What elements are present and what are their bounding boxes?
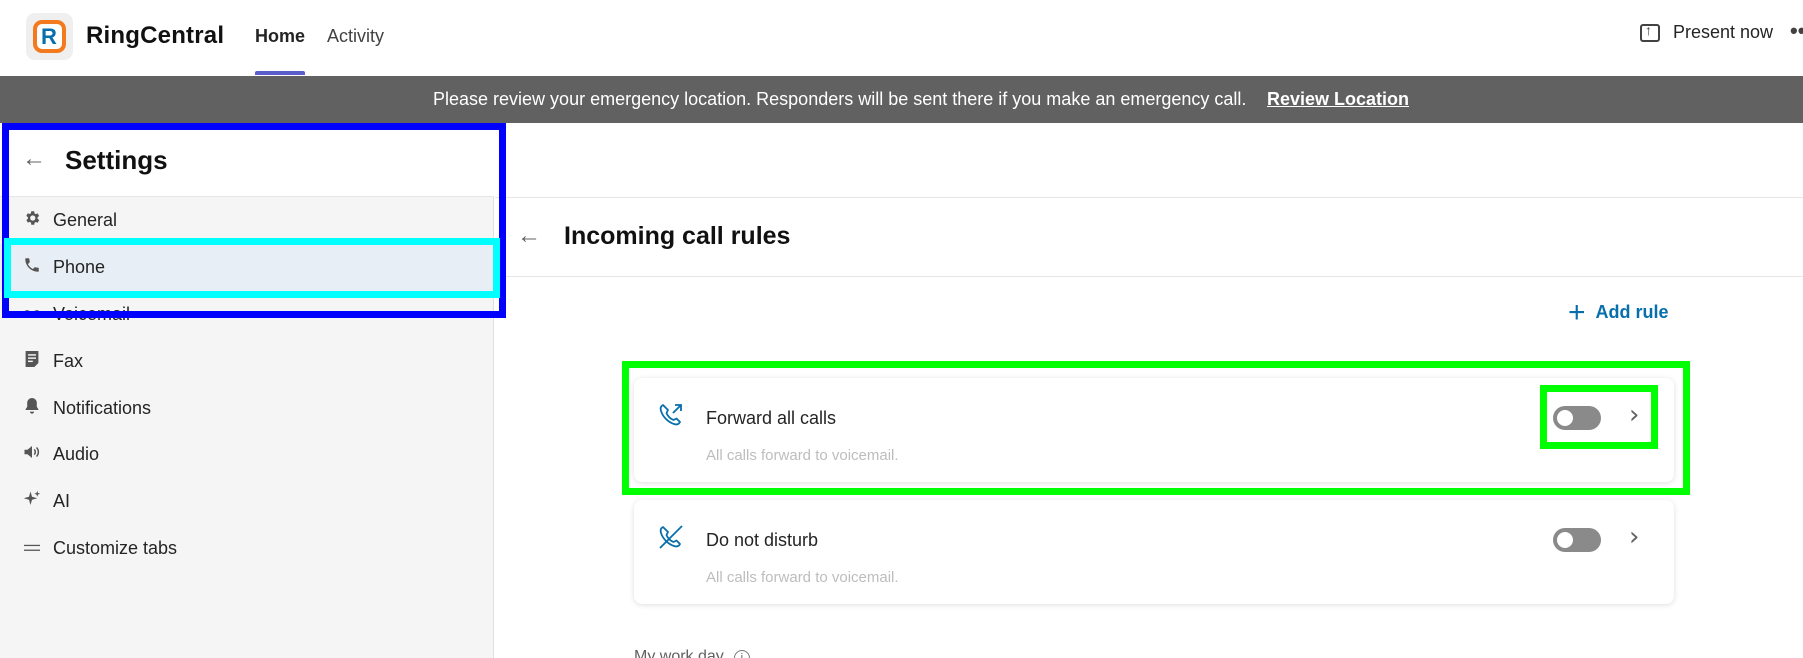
rule-card-do-not-disturb[interactable]: Do not disturb All calls forward to voic… xyxy=(634,500,1674,604)
toggle-knob xyxy=(1557,410,1573,426)
rule-subtitle: All calls forward to voicemail. xyxy=(706,569,899,586)
gear-icon xyxy=(22,209,42,232)
tab-activity[interactable]: Activity xyxy=(327,26,384,47)
sparkle-icon xyxy=(22,490,42,513)
main-header: ← Incoming call rules xyxy=(495,197,1803,277)
rule-card-forward-all-calls[interactable]: Forward all calls All calls forward to v… xyxy=(634,378,1674,482)
rule-title: Forward all calls xyxy=(706,408,837,428)
speaker-icon xyxy=(22,444,42,465)
sidebar-item-label: General xyxy=(53,210,118,230)
sidebar-item-notifications[interactable]: Notifications xyxy=(0,385,494,432)
banner-message: Please review your emergency location. R… xyxy=(433,89,1247,109)
lines-icon xyxy=(22,539,42,559)
toggle-knob xyxy=(1557,532,1573,548)
sidebar-item-voicemail[interactable]: Voicemail xyxy=(0,291,494,338)
info-icon[interactable]: i xyxy=(733,650,750,658)
bell-icon xyxy=(22,397,42,420)
logo-r-glyph: R xyxy=(41,24,57,49)
page-title: Incoming call rules xyxy=(564,222,791,250)
tab-home[interactable]: Home xyxy=(255,26,305,47)
chevron-right-icon[interactable]: › xyxy=(1629,400,1639,430)
settings-header: ← Settings xyxy=(0,123,494,197)
rule-subtitle: All calls forward to voicemail. xyxy=(706,447,899,464)
voicemail-icon xyxy=(22,305,42,325)
ringcentral-logo[interactable]: R xyxy=(26,13,73,60)
app-name: RingCentral xyxy=(86,22,225,49)
sidebar-item-customize-tabs[interactable]: Customize tabs xyxy=(0,525,494,572)
sidebar-item-ai[interactable]: AI xyxy=(0,478,494,525)
sidebar-item-label: Voicemail xyxy=(53,304,131,324)
fax-icon xyxy=(22,350,42,373)
call-forward-icon xyxy=(656,400,686,430)
sidebar-item-label: Customize tabs xyxy=(53,538,178,558)
add-rule-label: Add rule xyxy=(1595,302,1669,322)
present-now-button[interactable]: Present now xyxy=(1640,22,1773,43)
sidebar-item-phone[interactable]: Phone xyxy=(0,244,494,291)
back-arrow-icon[interactable]: ← xyxy=(22,145,46,173)
sidebar-item-audio[interactable]: Audio xyxy=(0,431,494,478)
sidebar-item-label: Notifications xyxy=(53,398,152,418)
more-options-icon[interactable]: •• xyxy=(1790,18,1803,44)
present-now-label: Present now xyxy=(1673,22,1774,42)
rule-title: Do not disturb xyxy=(706,530,819,550)
sidebar-item-general[interactable]: General xyxy=(0,197,494,244)
add-rule-button[interactable]: + Add rule xyxy=(1568,295,1669,329)
sidebar-item-label: Fax xyxy=(53,351,84,371)
review-location-link[interactable]: Review Location xyxy=(1267,89,1409,110)
chevron-right-icon[interactable]: › xyxy=(1629,522,1639,552)
sidebar-item-label: Phone xyxy=(53,257,106,277)
sidebar-item-label: Audio xyxy=(53,444,100,464)
emergency-banner: Please review your emergency location. R… xyxy=(0,76,1803,123)
active-tab-indicator xyxy=(255,71,305,75)
logo-frame: R xyxy=(33,20,66,53)
share-screen-icon xyxy=(1640,22,1660,42)
forward-all-calls-toggle[interactable] xyxy=(1553,406,1601,430)
plus-icon: + xyxy=(1568,295,1586,329)
work-day-section: My work day i xyxy=(634,648,750,658)
top-header: R RingCentral Home Activity Present now … xyxy=(0,0,1803,76)
do-not-disturb-toggle[interactable] xyxy=(1553,528,1601,552)
sidebar-item-fax[interactable]: Fax xyxy=(0,338,494,385)
back-arrow-icon[interactable]: ← xyxy=(517,222,541,250)
sidebar-item-label: AI xyxy=(53,491,71,511)
settings-sidebar: ← Settings General Phone Voicemail Fax N… xyxy=(0,123,494,658)
phone-icon xyxy=(22,256,42,279)
call-blocked-icon xyxy=(656,522,686,552)
settings-title: Settings xyxy=(65,145,168,175)
work-day-label: My work day xyxy=(634,648,724,658)
